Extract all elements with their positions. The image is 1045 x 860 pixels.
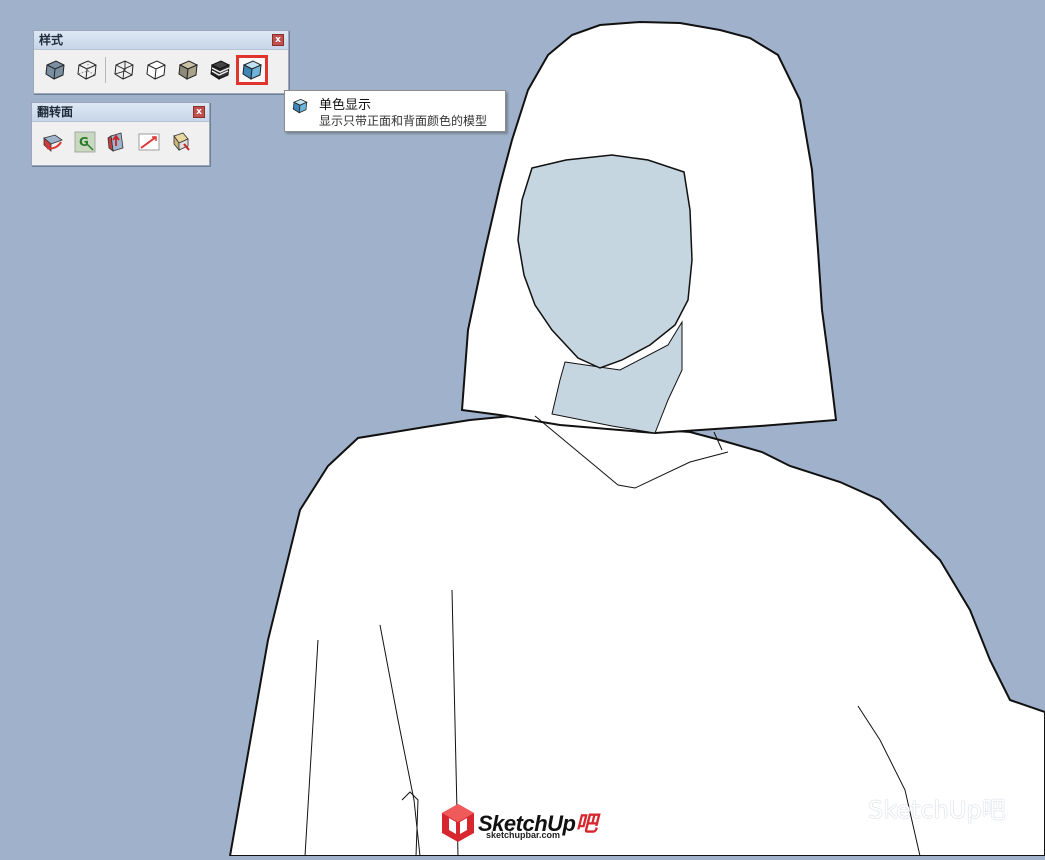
styles-palette-close-button[interactable]: x bbox=[272, 34, 284, 46]
paint-fix-button[interactable] bbox=[165, 127, 197, 157]
toolbar-separator bbox=[105, 57, 106, 83]
group-select-icon: G bbox=[74, 131, 96, 153]
group-select-glyph: G bbox=[79, 135, 89, 149]
sketchup-cube-logo-icon bbox=[442, 804, 474, 842]
measure-button[interactable] bbox=[133, 127, 165, 157]
wechat-icon bbox=[820, 793, 859, 821]
monochrome-button[interactable] bbox=[236, 55, 268, 85]
tooltip-title: 单色显示 bbox=[319, 98, 372, 113]
hidden-line-button[interactable] bbox=[140, 55, 172, 85]
wireframe-button[interactable] bbox=[108, 55, 140, 85]
styles-palette-titlebar[interactable]: 样式 x bbox=[34, 31, 288, 50]
shaded-cube-icon bbox=[178, 60, 199, 80]
reverse-faces-palette[interactable]: 翻转面 x G bbox=[31, 102, 210, 166]
select-group-button[interactable]: G bbox=[69, 127, 101, 157]
reverse-faces-icon bbox=[43, 134, 63, 152]
watermark-text: SketchUp吧 bbox=[868, 795, 1006, 824]
measure-icon bbox=[138, 133, 160, 151]
paint-bucket-icon bbox=[173, 132, 190, 152]
styles-palette-title: 样式 bbox=[39, 33, 64, 47]
reverse-faces-palette-titlebar[interactable]: 翻转面 x bbox=[32, 103, 209, 122]
back-edges-button[interactable] bbox=[71, 55, 103, 85]
logo-suffix: 吧 bbox=[575, 811, 597, 836]
wechat-watermark: SketchUp吧 bbox=[818, 790, 1006, 824]
reverse-faces-button[interactable] bbox=[37, 127, 69, 157]
tooltip: 单色显示 显示只带正面和背面颜色的模型 bbox=[284, 90, 506, 132]
tooltip-monochrome-cube-icon bbox=[292, 98, 308, 114]
xray-cube-icon bbox=[45, 60, 65, 80]
reverse-faces-palette-close-button[interactable]: x bbox=[193, 106, 205, 118]
tooltip-description: 显示只带正面和背面颜色的模型 bbox=[319, 114, 488, 128]
wireframe-cube-icon bbox=[114, 60, 134, 80]
monochrome-cube-icon bbox=[242, 60, 263, 80]
hidden-line-cube-icon bbox=[146, 60, 166, 80]
shaded-with-textures-button[interactable] bbox=[204, 55, 236, 85]
reverse-faces-palette-title: 翻转面 bbox=[37, 105, 74, 119]
logo-url: sketchupbar.com bbox=[486, 830, 561, 840]
shaded-button[interactable] bbox=[172, 55, 204, 85]
back-edges-cube-icon bbox=[77, 60, 97, 80]
textured-cube-icon bbox=[210, 60, 231, 80]
styles-palette[interactable]: 样式 x bbox=[33, 30, 289, 94]
xray-button[interactable] bbox=[39, 55, 71, 85]
orient-faces-button[interactable] bbox=[101, 127, 133, 157]
orient-faces-icon bbox=[107, 132, 124, 152]
